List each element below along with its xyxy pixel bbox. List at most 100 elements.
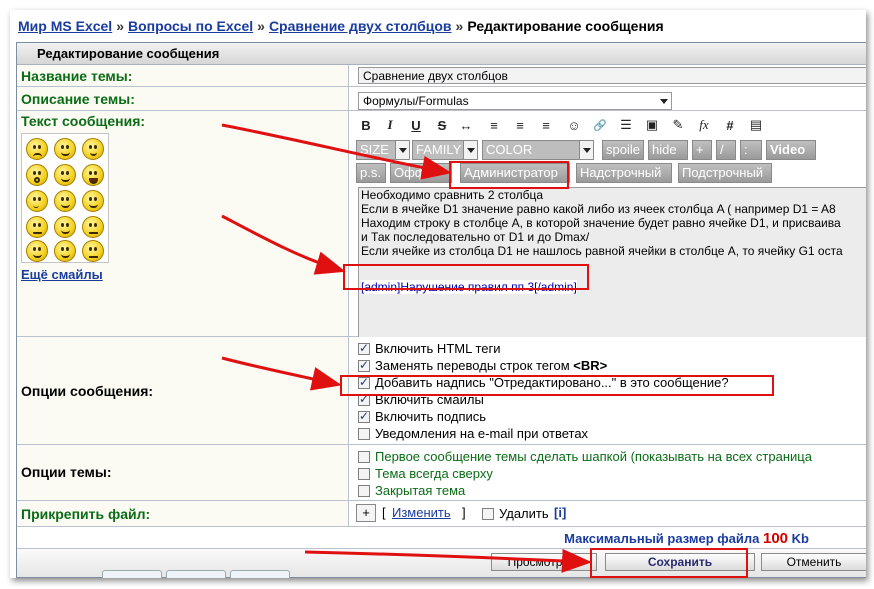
hash-icon[interactable]: # <box>720 115 740 135</box>
smiley-glasses-icon[interactable] <box>54 240 76 262</box>
table-icon[interactable]: ▤ <box>746 115 766 135</box>
row-topic-description: Описание темы: Формулы/Formulas <box>17 87 866 111</box>
option-add-edited-note[interactable]: Добавить надпись "Отредактировано..." в … <box>358 375 729 390</box>
breadcrumb-current: Редактирование сообщения <box>467 18 664 34</box>
image-icon[interactable]: ▣ <box>642 115 662 135</box>
hide-button[interactable]: hide <box>648 140 688 160</box>
breadcrumb-link-home[interactable]: Мир MS Excel <box>18 18 112 34</box>
formula-icon[interactable]: fx <box>694 115 714 135</box>
row-topic-title: Название темы: Сравнение двух столбцов <box>17 65 866 87</box>
ps-button[interactable]: p.s. <box>356 163 386 183</box>
checkbox-checked-icon[interactable] <box>358 341 370 355</box>
smiley-wink-icon[interactable] <box>82 190 104 212</box>
chevron-down-icon <box>395 141 409 159</box>
horizontal-resize-icon[interactable]: ↔ <box>456 115 476 135</box>
smiley-laugh-icon[interactable] <box>82 164 104 186</box>
topic-description-value-cell: Формулы/Formulas <box>350 87 866 110</box>
align-center-icon[interactable]: ≡ <box>510 115 530 135</box>
option-enable-html[interactable]: Включить HTML теги <box>358 341 501 356</box>
message-label: Текст сообщения: <box>21 113 146 129</box>
topic-title-input[interactable]: Сравнение двух столбцов <box>358 67 866 84</box>
offtop-button[interactable]: Оффт <box>390 163 452 183</box>
video-button[interactable]: Video <box>766 140 816 160</box>
option-label: Включить подпись <box>375 409 487 424</box>
list-icon[interactable]: ☰ <box>616 115 636 135</box>
checkbox-unchecked-icon[interactable] <box>358 485 370 497</box>
checkbox-checked-icon[interactable] <box>358 375 370 389</box>
smiley-smile-icon[interactable] <box>54 138 76 160</box>
topic-title-label-cell: Название темы: <box>17 65 349 86</box>
smiley-angry-icon[interactable] <box>82 138 104 160</box>
breadcrumb-separator: » <box>257 18 265 34</box>
align-right-icon[interactable]: ≡ <box>536 115 556 135</box>
option-label: Закрытая тема <box>375 483 466 498</box>
option-enable-smilies[interactable]: Включить смайлы <box>358 392 484 407</box>
attach-info-link[interactable]: [i] <box>554 505 566 520</box>
size-select-label: SIZE <box>360 142 389 157</box>
colon-button[interactable]: : <box>740 140 762 160</box>
smiley-question-icon[interactable] <box>26 190 48 212</box>
smiley-cool-icon[interactable] <box>54 216 76 238</box>
smiley-blank-icon[interactable] <box>82 240 104 262</box>
checkbox-checked-icon[interactable] <box>358 392 370 406</box>
breadcrumb-link-questions[interactable]: Вопросы по Excel <box>128 18 253 34</box>
size-select[interactable]: SIZE <box>356 140 410 160</box>
option-email-notify[interactable]: Уведомления на e-mail при ответах <box>358 426 588 441</box>
bold-icon[interactable]: B <box>356 115 376 135</box>
max-size-unit: Kb <box>791 531 809 546</box>
option-enable-signature[interactable]: Включить подпись <box>358 409 486 424</box>
align-left-icon[interactable]: ≡ <box>484 115 504 135</box>
family-select[interactable]: FAMILY <box>412 140 478 160</box>
attach-info-label: i <box>558 505 562 520</box>
slash-button[interactable]: / <box>716 140 736 160</box>
attach-delete-option[interactable]: Удалить <box>482 506 549 521</box>
more-smiles-link[interactable]: Ещё смайлы <box>21 267 103 282</box>
option-replace-newlines[interactable]: Заменять переводы строк тегом <BR> <box>358 358 607 373</box>
smiley-insert-icon[interactable]: ☺ <box>564 115 584 135</box>
color-select[interactable]: COLOR <box>482 140 594 160</box>
edit-icon[interactable]: ✎ <box>668 115 688 135</box>
option-closed-topic[interactable]: Закрытая тема <box>358 483 465 498</box>
row-topic-options: Опции темы: Первое сообщение темы сделат… <box>17 445 866 501</box>
attach-add-button[interactable]: + <box>356 504 376 522</box>
attach-change-link[interactable]: Изменить <box>392 505 451 520</box>
smiley-surprised-icon[interactable] <box>26 164 48 186</box>
chevron-down-icon <box>463 141 477 159</box>
italic-icon[interactable]: I <box>380 115 400 135</box>
option-pin-first-post[interactable]: Первое сообщение темы сделать шапкой (по… <box>358 449 812 464</box>
taskbar-fragment <box>166 570 226 578</box>
checkbox-checked-icon[interactable] <box>358 358 370 372</box>
message-line: Находим строку в столбце A, в которой зн… <box>361 216 841 230</box>
checkbox-unchecked-icon[interactable] <box>358 468 370 480</box>
smiley-neutral-icon[interactable] <box>82 216 104 238</box>
checkbox-unchecked-icon[interactable] <box>358 428 370 440</box>
option-sticky-topic[interactable]: Тема всегда сверху <box>358 466 493 481</box>
save-button[interactable]: Сохранить <box>605 553 755 571</box>
strikethrough-icon[interactable]: S <box>432 115 452 135</box>
link-icon[interactable]: 🔗 <box>590 115 610 135</box>
underline-icon[interactable]: U <box>406 115 426 135</box>
smiley-sad-icon[interactable] <box>26 138 48 160</box>
checkbox-checked-icon[interactable] <box>358 409 370 423</box>
smiley-mad-icon[interactable] <box>26 216 48 238</box>
plus-button[interactable]: + <box>692 140 712 160</box>
preview-button[interactable]: Просмотреть <box>491 553 597 571</box>
checkbox-unchecked-icon[interactable] <box>482 508 494 520</box>
attach-label: Прикрепить файл: <box>21 506 151 522</box>
subscript-button[interactable]: Подстрочный <box>678 163 772 183</box>
smiley-tongue-icon[interactable] <box>54 190 76 212</box>
max-size-text: Максимальный размер файла <box>564 531 760 546</box>
browser-page: Мир MS Excel» Вопросы по Excel» Сравнение … <box>10 10 866 578</box>
breadcrumb-link-topic[interactable]: Сравнение двух столбцов <box>269 18 452 34</box>
admin-button[interactable]: Администратор <box>460 163 570 183</box>
checkbox-unchecked-icon[interactable] <box>358 451 370 463</box>
max-size-value: 100 <box>763 530 789 547</box>
topic-description-select[interactable]: Формулы/Formulas <box>358 92 672 110</box>
smiley-reading-icon[interactable] <box>26 240 48 262</box>
smiley-happy-icon[interactable] <box>54 164 76 186</box>
cancel-button[interactable]: Отменить <box>761 553 866 571</box>
attach-delete-label: Удалить <box>499 506 549 521</box>
spoiler-button[interactable]: spoile <box>602 140 644 160</box>
message-textarea[interactable]: Необходимо сравнить 2 столбца Если в яче… <box>358 187 866 339</box>
superscript-button[interactable]: Надстрочный <box>576 163 672 183</box>
